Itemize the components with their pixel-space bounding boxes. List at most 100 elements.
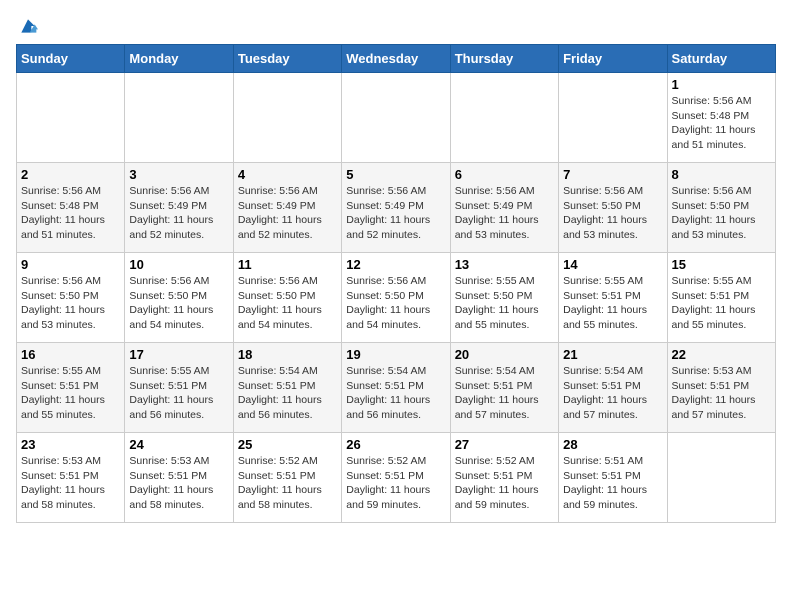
day-number: 22 (672, 347, 771, 362)
calendar-cell: 2 Sunrise: 5:56 AMSunset: 5:48 PMDaylight… (17, 163, 125, 253)
page-header (16, 16, 776, 36)
day-info: Sunrise: 5:56 AMSunset: 5:48 PMDaylight:… (672, 94, 771, 153)
day-number: 13 (455, 257, 554, 272)
day-number: 11 (238, 257, 337, 272)
calendar-cell: 15Sunrise: 5:55 AMSunset: 5:51 PMDayligh… (667, 253, 775, 343)
day-number: 2 (21, 167, 120, 182)
calendar-week-row: 16 Sunrise: 5:55 AMSunset: 5:51 PMDayligh… (17, 343, 776, 433)
calendar-week-row: 2 Sunrise: 5:56 AMSunset: 5:48 PMDaylight… (17, 163, 776, 253)
calendar-cell: 17 Sunrise: 5:55 AMSunset: 5:51 PMDayligh… (125, 343, 233, 433)
calendar-cell: 6 Sunrise: 5:56 AMSunset: 5:49 PMDaylight… (450, 163, 558, 253)
day-number: 23 (21, 437, 120, 452)
calendar-cell (559, 73, 667, 163)
day-info: Sunrise: 5:54 AMSunset: 5:51 PMDaylight:… (238, 364, 337, 423)
day-number: 17 (129, 347, 228, 362)
day-info: Sunrise: 5:54 AMSunset: 5:51 PMDaylight:… (346, 364, 445, 423)
calendar-cell: 24 Sunrise: 5:53 AMSunset: 5:51 PMDayligh… (125, 433, 233, 523)
calendar-header-friday: Friday (559, 45, 667, 73)
calendar-cell: 7 Sunrise: 5:56 AMSunset: 5:50 PMDaylight… (559, 163, 667, 253)
calendar-cell: 21 Sunrise: 5:54 AMSunset: 5:51 PMDayligh… (559, 343, 667, 433)
day-info: Sunrise: 5:52 AMSunset: 5:51 PMDaylight:… (346, 454, 445, 513)
calendar-cell (17, 73, 125, 163)
calendar-cell (233, 73, 341, 163)
calendar-header-tuesday: Tuesday (233, 45, 341, 73)
day-number: 9 (21, 257, 120, 272)
day-info: Sunrise: 5:54 AMSunset: 5:51 PMDaylight:… (563, 364, 662, 423)
calendar-cell: 14 Sunrise: 5:55 AMSunset: 5:51 PMDayligh… (559, 253, 667, 343)
day-number: 6 (455, 167, 554, 182)
day-number: 19 (346, 347, 445, 362)
calendar-cell: 3 Sunrise: 5:56 AMSunset: 5:49 PMDaylight… (125, 163, 233, 253)
day-info: Sunrise: 5:56 AMSunset: 5:50 PMDaylight:… (238, 274, 337, 333)
day-info: Sunrise: 5:56 AMSunset: 5:50 PMDaylight:… (21, 274, 120, 333)
calendar-cell: 1 Sunrise: 5:56 AMSunset: 5:48 PMDaylight… (667, 73, 775, 163)
day-number: 12 (346, 257, 445, 272)
calendar-cell: 25 Sunrise: 5:52 AMSunset: 5:51 PMDayligh… (233, 433, 341, 523)
calendar-cell: 19 Sunrise: 5:54 AMSunset: 5:51 PMDayligh… (342, 343, 450, 433)
day-number: 26 (346, 437, 445, 452)
calendar-cell: 18 Sunrise: 5:54 AMSunset: 5:51 PMDayligh… (233, 343, 341, 433)
day-info: Sunrise: 5:56 AMSunset: 5:50 PMDaylight:… (563, 184, 662, 243)
calendar-cell: 28 Sunrise: 5:51 AMSunset: 5:51 PMDayligh… (559, 433, 667, 523)
calendar-cell: 8Sunrise: 5:56 AMSunset: 5:50 PMDaylight… (667, 163, 775, 253)
calendar-header-monday: Monday (125, 45, 233, 73)
calendar-cell: 12Sunrise: 5:56 AMSunset: 5:50 PMDayligh… (342, 253, 450, 343)
day-number: 14 (563, 257, 662, 272)
day-info: Sunrise: 5:56 AMSunset: 5:50 PMDaylight:… (129, 274, 228, 333)
day-number: 20 (455, 347, 554, 362)
calendar-cell: 22 Sunrise: 5:53 AMSunset: 5:51 PMDayligh… (667, 343, 775, 433)
calendar-cell: 16 Sunrise: 5:55 AMSunset: 5:51 PMDayligh… (17, 343, 125, 433)
calendar-cell: 20 Sunrise: 5:54 AMSunset: 5:51 PMDayligh… (450, 343, 558, 433)
day-number: 18 (238, 347, 337, 362)
day-number: 3 (129, 167, 228, 182)
calendar-cell: 13 Sunrise: 5:55 AMSunset: 5:50 PMDayligh… (450, 253, 558, 343)
calendar-header-row: SundayMondayTuesdayWednesdayThursdayFrid… (17, 45, 776, 73)
day-number: 4 (238, 167, 337, 182)
calendar-table: SundayMondayTuesdayWednesdayThursdayFrid… (16, 44, 776, 523)
day-info: Sunrise: 5:55 AMSunset: 5:50 PMDaylight:… (455, 274, 554, 333)
day-info: Sunrise: 5:53 AMSunset: 5:51 PMDaylight:… (21, 454, 120, 513)
day-number: 25 (238, 437, 337, 452)
day-info: Sunrise: 5:56 AMSunset: 5:49 PMDaylight:… (455, 184, 554, 243)
day-info: Sunrise: 5:55 AMSunset: 5:51 PMDaylight:… (21, 364, 120, 423)
calendar-header-sunday: Sunday (17, 45, 125, 73)
day-number: 10 (129, 257, 228, 272)
day-info: Sunrise: 5:54 AMSunset: 5:51 PMDaylight:… (455, 364, 554, 423)
day-number: 24 (129, 437, 228, 452)
calendar-cell (667, 433, 775, 523)
logo-icon (18, 16, 38, 36)
day-info: Sunrise: 5:56 AMSunset: 5:50 PMDaylight:… (672, 184, 771, 243)
calendar-cell: 27 Sunrise: 5:52 AMSunset: 5:51 PMDayligh… (450, 433, 558, 523)
day-info: Sunrise: 5:53 AMSunset: 5:51 PMDaylight:… (672, 364, 771, 423)
day-info: Sunrise: 5:56 AMSunset: 5:48 PMDaylight:… (21, 184, 120, 243)
calendar-cell (342, 73, 450, 163)
day-number: 7 (563, 167, 662, 182)
day-number: 28 (563, 437, 662, 452)
calendar-cell: 26 Sunrise: 5:52 AMSunset: 5:51 PMDayligh… (342, 433, 450, 523)
calendar-cell: 11 Sunrise: 5:56 AMSunset: 5:50 PMDayligh… (233, 253, 341, 343)
day-info: Sunrise: 5:56 AMSunset: 5:49 PMDaylight:… (346, 184, 445, 243)
day-info: Sunrise: 5:56 AMSunset: 5:49 PMDaylight:… (238, 184, 337, 243)
calendar-week-row: 23 Sunrise: 5:53 AMSunset: 5:51 PMDayligh… (17, 433, 776, 523)
day-info: Sunrise: 5:53 AMSunset: 5:51 PMDaylight:… (129, 454, 228, 513)
calendar-cell (125, 73, 233, 163)
day-info: Sunrise: 5:55 AMSunset: 5:51 PMDaylight:… (129, 364, 228, 423)
day-number: 1 (672, 77, 771, 92)
day-info: Sunrise: 5:56 AMSunset: 5:49 PMDaylight:… (129, 184, 228, 243)
calendar-header-wednesday: Wednesday (342, 45, 450, 73)
calendar-cell: 5 Sunrise: 5:56 AMSunset: 5:49 PMDaylight… (342, 163, 450, 253)
day-number: 16 (21, 347, 120, 362)
day-number: 27 (455, 437, 554, 452)
day-info: Sunrise: 5:52 AMSunset: 5:51 PMDaylight:… (238, 454, 337, 513)
calendar-cell: 4 Sunrise: 5:56 AMSunset: 5:49 PMDaylight… (233, 163, 341, 253)
day-number: 5 (346, 167, 445, 182)
calendar-header-thursday: Thursday (450, 45, 558, 73)
calendar-week-row: 1 Sunrise: 5:56 AMSunset: 5:48 PMDaylight… (17, 73, 776, 163)
day-info: Sunrise: 5:55 AMSunset: 5:51 PMDaylight:… (563, 274, 662, 333)
day-number: 15 (672, 257, 771, 272)
day-info: Sunrise: 5:52 AMSunset: 5:51 PMDaylight:… (455, 454, 554, 513)
day-number: 21 (563, 347, 662, 362)
calendar-cell: 10 Sunrise: 5:56 AMSunset: 5:50 PMDayligh… (125, 253, 233, 343)
calendar-cell (450, 73, 558, 163)
day-info: Sunrise: 5:51 AMSunset: 5:51 PMDaylight:… (563, 454, 662, 513)
